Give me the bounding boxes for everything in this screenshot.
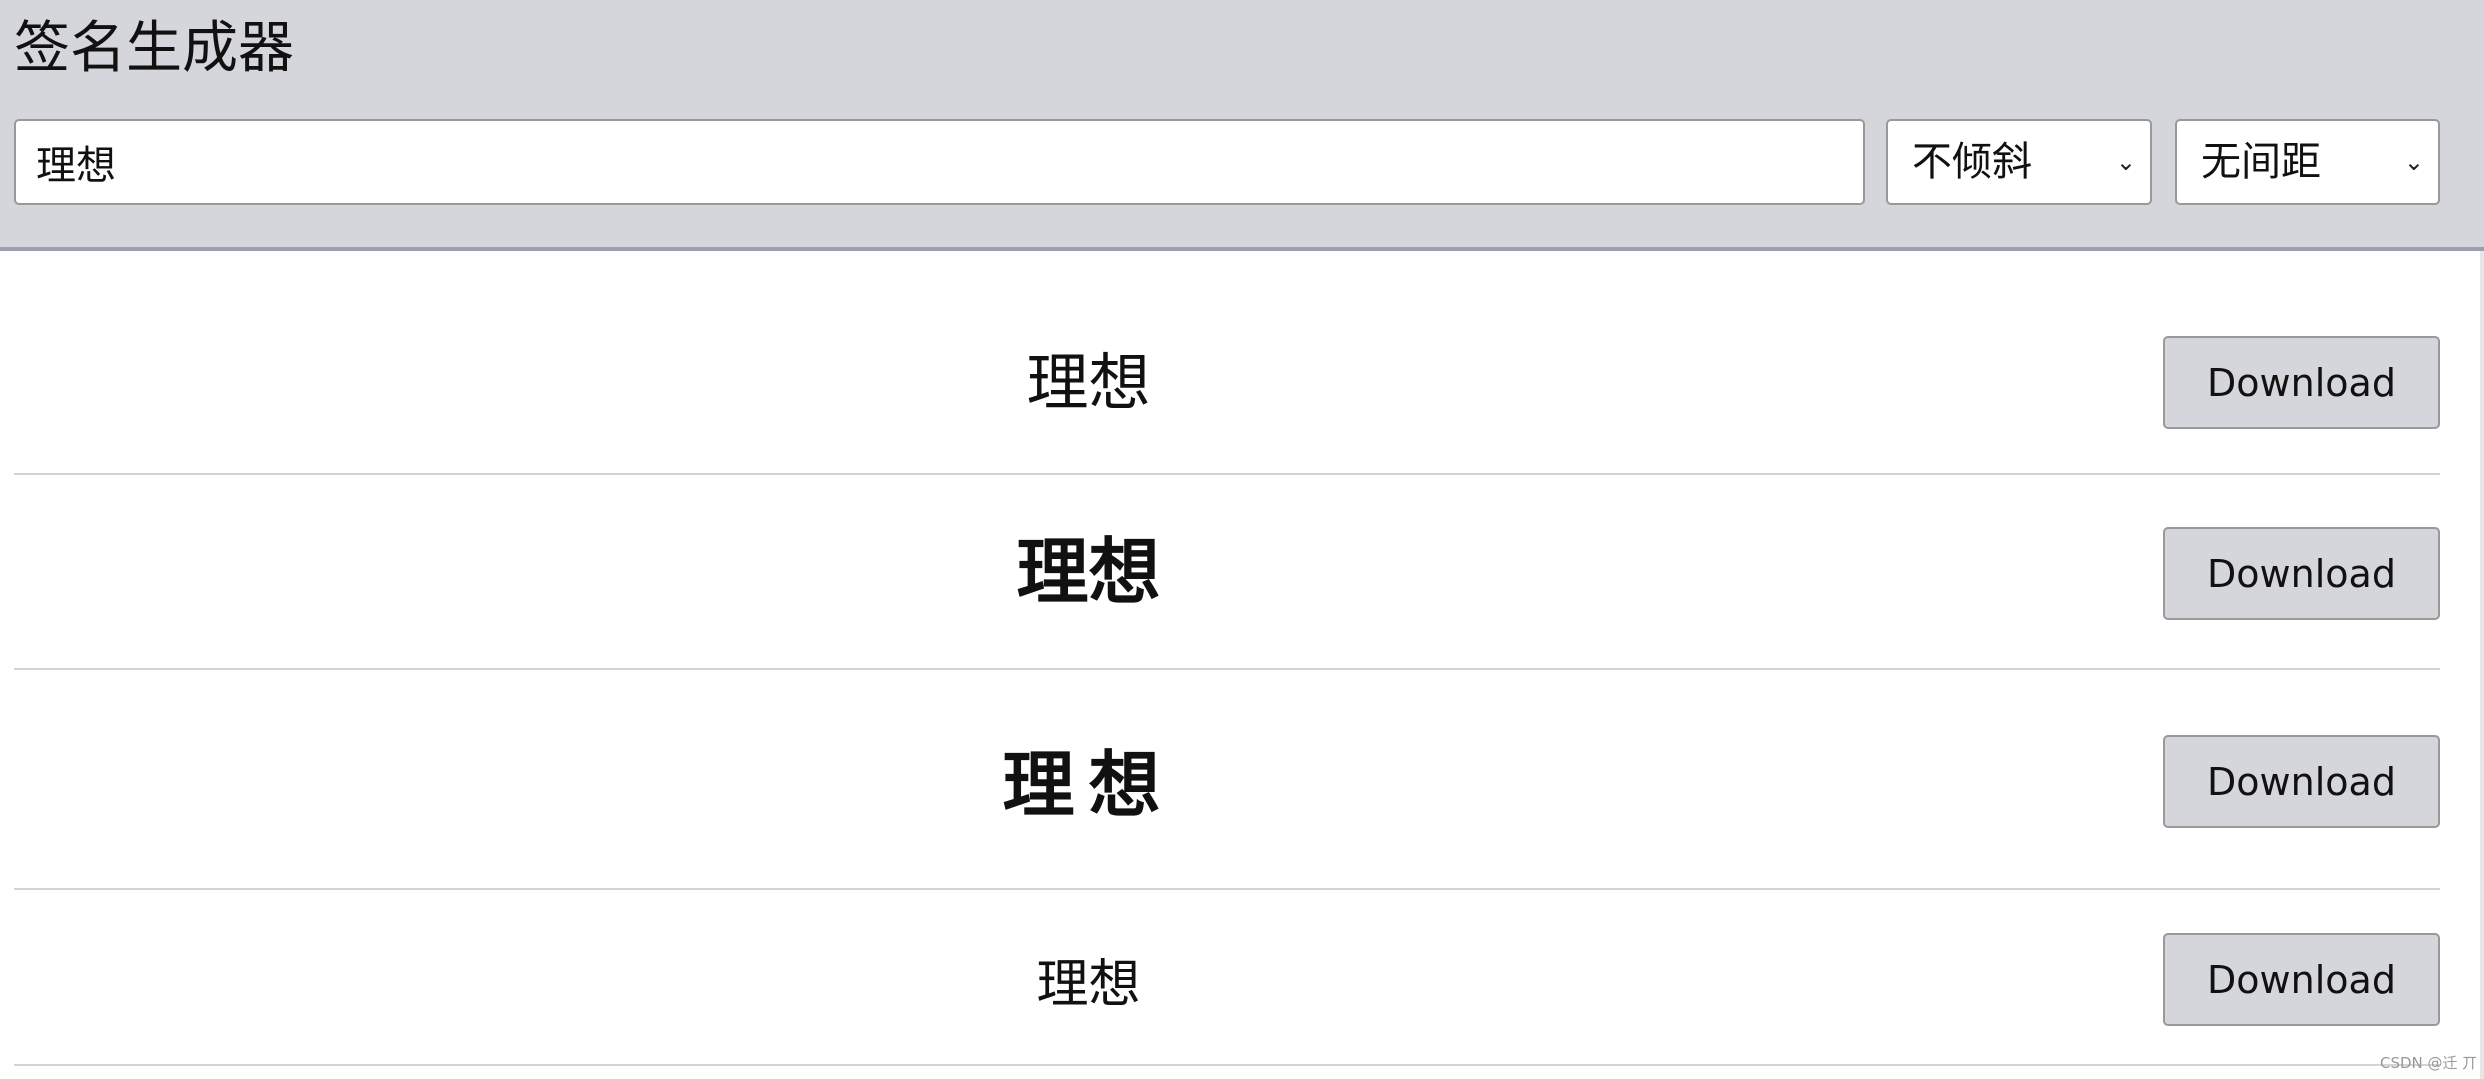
watermark: CSDN @迁 丌 bbox=[2380, 1054, 2478, 1072]
download-button[interactable]: Download bbox=[2163, 336, 2440, 429]
spacing-select[interactable]: 无间距 ⌄ bbox=[2175, 119, 2440, 205]
scrollbar[interactable] bbox=[2480, 251, 2484, 1079]
signature-preview: 理想 bbox=[1026, 346, 1151, 419]
signature-row: 理想 Download bbox=[14, 670, 2440, 890]
signature-preview: 理想 bbox=[1036, 955, 1141, 1015]
signature-preview: 理想 bbox=[1002, 742, 1175, 827]
signature-preview: 理想 bbox=[1016, 530, 1161, 614]
download-button[interactable]: Download bbox=[2163, 933, 2440, 1026]
chevron-down-icon: ⌄ bbox=[2403, 148, 2424, 176]
download-button[interactable]: Download bbox=[2163, 735, 2440, 828]
signature-text-input[interactable] bbox=[14, 119, 1865, 205]
signature-row: 理想 Download bbox=[14, 251, 2440, 475]
spacing-select-value: 无间距 bbox=[2201, 139, 2321, 185]
slant-select-value: 不倾斜 bbox=[1912, 139, 2032, 185]
slant-select[interactable]: 不倾斜 ⌄ bbox=[1886, 119, 2152, 205]
download-button[interactable]: Download bbox=[2163, 527, 2440, 620]
header: 签名生成器 不倾斜 ⌄ 无间距 ⌄ bbox=[0, 0, 2484, 251]
signature-row: 理想 Download bbox=[14, 890, 2440, 1066]
signature-row: 理想 Download bbox=[14, 475, 2440, 670]
chevron-down-icon: ⌄ bbox=[2115, 148, 2136, 176]
page-title: 签名生成器 bbox=[14, 16, 294, 81]
